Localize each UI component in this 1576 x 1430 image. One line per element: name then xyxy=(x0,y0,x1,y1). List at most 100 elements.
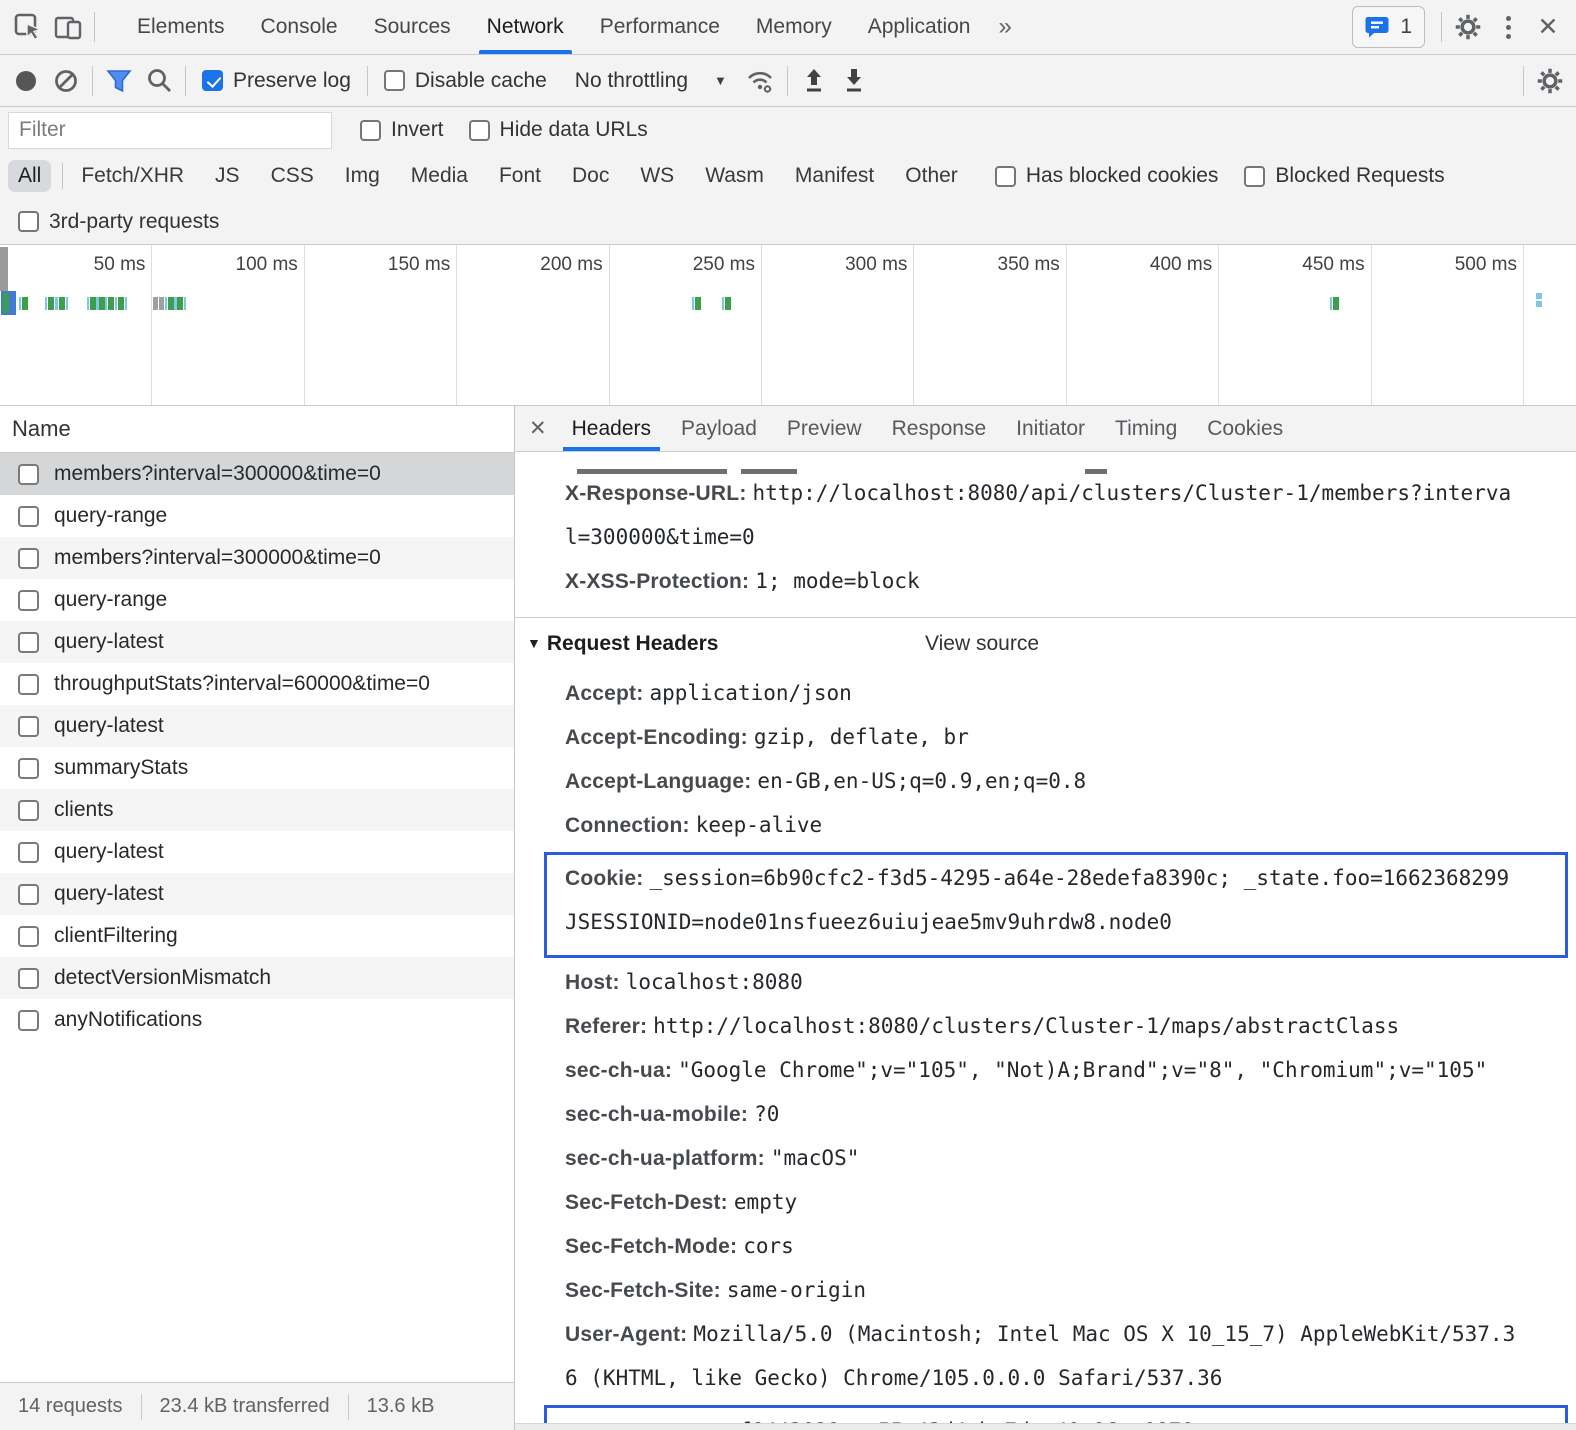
type-filter-ws[interactable]: WS xyxy=(630,160,684,192)
type-filter-doc[interactable]: Doc xyxy=(562,160,619,192)
network-overview-timeline[interactable]: 50 ms100 ms150 ms200 ms250 ms300 ms350 m… xyxy=(0,245,1576,406)
request-mark[interactable] xyxy=(722,297,731,310)
request-mark[interactable] xyxy=(159,297,164,310)
tab-elements[interactable]: Elements xyxy=(119,0,243,54)
row-checkbox[interactable] xyxy=(18,884,39,905)
type-filter-font[interactable]: Font xyxy=(489,160,551,192)
row-checkbox[interactable] xyxy=(18,548,39,569)
request-mark[interactable] xyxy=(153,297,158,310)
type-filter-media[interactable]: Media xyxy=(401,160,478,192)
table-row[interactable]: query-latest xyxy=(0,873,514,915)
table-row[interactable]: summaryStats xyxy=(0,747,514,789)
request-mark[interactable] xyxy=(115,297,127,310)
detail-tab-initiator[interactable]: Initiator xyxy=(1001,406,1100,451)
type-filter-wasm[interactable]: Wasm xyxy=(695,160,774,192)
record-network-log-button[interactable] xyxy=(6,61,46,101)
import-har-icon[interactable] xyxy=(794,61,834,101)
request-mark[interactable] xyxy=(56,297,68,310)
network-settings-gear-icon[interactable] xyxy=(1530,61,1570,101)
tab-sources[interactable]: Sources xyxy=(356,0,469,54)
hide-data-urls-checkbox[interactable]: Hide data URLs xyxy=(469,118,648,142)
kebab-menu-icon[interactable] xyxy=(1488,7,1528,47)
checkbox-unchecked-icon[interactable] xyxy=(360,120,381,141)
table-row[interactable]: query-range xyxy=(0,495,514,537)
table-row[interactable]: clients xyxy=(0,789,514,831)
inspect-element-icon[interactable] xyxy=(8,7,48,47)
throttling-dropdown[interactable]: No throttling ▼ xyxy=(575,69,727,93)
row-checkbox[interactable] xyxy=(18,632,39,653)
table-row[interactable]: detectVersionMismatch xyxy=(0,957,514,999)
request-mark[interactable] xyxy=(1536,293,1542,307)
checkbox-unchecked-icon[interactable] xyxy=(469,120,490,141)
detail-tab-headers[interactable]: Headers xyxy=(557,406,666,451)
request-mark[interactable] xyxy=(1330,297,1339,310)
detail-tab-timing[interactable]: Timing xyxy=(1100,406,1192,451)
row-checkbox[interactable] xyxy=(18,716,39,737)
type-filter-js[interactable]: JS xyxy=(205,160,250,192)
close-details-icon[interactable]: ✕ xyxy=(529,416,547,441)
tab-memory[interactable]: Memory xyxy=(738,0,850,54)
checkbox-unchecked-icon[interactable] xyxy=(18,211,39,232)
type-filter-manifest[interactable]: Manifest xyxy=(785,160,884,192)
row-checkbox[interactable] xyxy=(18,590,39,611)
request-mark[interactable] xyxy=(174,297,186,310)
type-filter-all[interactable]: All xyxy=(8,160,51,192)
table-row[interactable]: query-range xyxy=(0,579,514,621)
row-checkbox[interactable] xyxy=(18,842,39,863)
type-filter-css[interactable]: CSS xyxy=(261,160,324,192)
type-filter-img[interactable]: Img xyxy=(335,160,390,192)
row-checkbox[interactable] xyxy=(18,506,39,527)
checkbox-unchecked-icon[interactable] xyxy=(1244,166,1265,187)
request-mark[interactable] xyxy=(692,297,701,310)
type-filter-fetch-xhr[interactable]: Fetch/XHR xyxy=(71,160,194,192)
search-icon[interactable] xyxy=(139,61,179,101)
blocked-requests-checkbox[interactable]: Blocked Requests xyxy=(1244,164,1444,188)
row-checkbox[interactable] xyxy=(18,464,39,485)
more-panels-chevron-icon[interactable]: » xyxy=(988,13,1021,41)
preserve-log-checkbox[interactable]: Preserve log xyxy=(202,69,351,93)
detail-tab-payload[interactable]: Payload xyxy=(666,406,772,451)
filter-input[interactable] xyxy=(8,112,332,149)
request-headers-section-header[interactable]: ▼Request Headers View source xyxy=(527,632,1576,656)
clear-network-log-icon[interactable] xyxy=(46,61,86,101)
checkbox-checked-icon[interactable] xyxy=(202,70,223,91)
tab-network[interactable]: Network xyxy=(469,0,582,54)
network-conditions-icon[interactable] xyxy=(741,61,781,101)
checkbox-unchecked-icon[interactable] xyxy=(995,166,1016,187)
row-checkbox[interactable] xyxy=(18,968,39,989)
collapse-triangle-icon[interactable]: ▼ xyxy=(527,635,541,651)
table-row[interactable]: clientFiltering xyxy=(0,915,514,957)
detail-tab-preview[interactable]: Preview xyxy=(772,406,877,451)
table-row[interactable]: query-latest xyxy=(0,705,514,747)
row-checkbox[interactable] xyxy=(18,926,39,947)
row-checkbox[interactable] xyxy=(18,1010,39,1031)
checkbox-unchecked-icon[interactable] xyxy=(384,70,405,91)
third-party-requests-checkbox[interactable]: 3rd-party requests xyxy=(18,210,219,234)
filter-funnel-icon[interactable] xyxy=(99,61,139,101)
tab-console[interactable]: Console xyxy=(243,0,356,54)
selected-request-mark[interactable] xyxy=(1,291,16,315)
close-devtools-icon[interactable]: ✕ xyxy=(1528,7,1568,47)
request-mark[interactable] xyxy=(19,297,28,310)
tab-performance[interactable]: Performance xyxy=(582,0,738,54)
table-row[interactable]: anyNotifications xyxy=(0,999,514,1041)
table-row[interactable]: members?interval=300000&time=0 xyxy=(0,537,514,579)
row-checkbox[interactable] xyxy=(18,758,39,779)
view-source-link[interactable]: View source xyxy=(925,632,1039,656)
has-blocked-cookies-checkbox[interactable]: Has blocked cookies xyxy=(995,164,1219,188)
detail-tab-cookies[interactable]: Cookies xyxy=(1192,406,1298,451)
row-checkbox[interactable] xyxy=(18,674,39,695)
table-row[interactable]: throughputStats?interval=60000&time=0 xyxy=(0,663,514,705)
export-har-icon[interactable] xyxy=(834,61,874,101)
disable-cache-checkbox[interactable]: Disable cache xyxy=(384,69,547,93)
tab-application[interactable]: Application xyxy=(850,0,989,54)
invert-checkbox[interactable]: Invert xyxy=(360,118,444,142)
table-row[interactable]: members?interval=300000&time=0 xyxy=(0,453,514,495)
issues-counter-button[interactable]: 1 xyxy=(1352,6,1425,48)
detail-tab-response[interactable]: Response xyxy=(877,406,1002,451)
table-row[interactable]: query-latest xyxy=(0,621,514,663)
type-filter-other[interactable]: Other xyxy=(895,160,968,192)
request-mark[interactable] xyxy=(96,297,105,310)
name-column-header[interactable]: Name xyxy=(0,406,514,453)
table-row[interactable]: query-latest xyxy=(0,831,514,873)
